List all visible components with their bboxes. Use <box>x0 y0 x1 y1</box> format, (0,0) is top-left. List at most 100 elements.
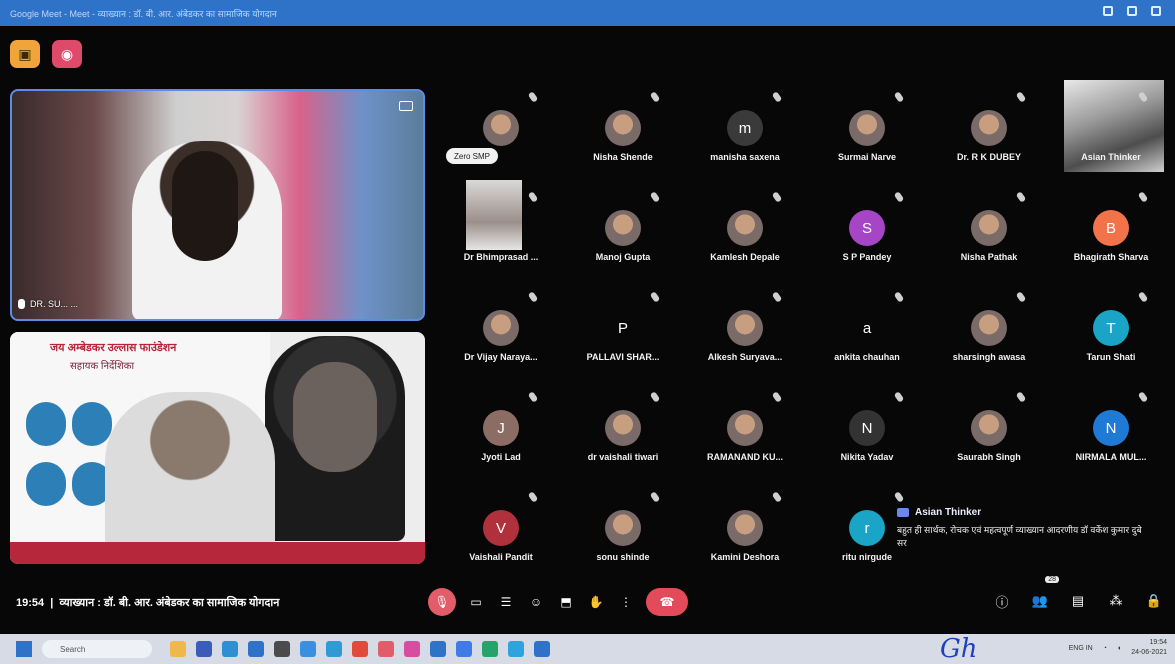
participant-tile[interactable]: S S P Pandey <box>806 180 928 280</box>
participant-tile[interactable]: T Tarun Shati <box>1050 280 1172 380</box>
participant-tile[interactable]: Kamini Deshora <box>684 480 806 580</box>
poster-speaker-photo <box>26 462 66 506</box>
participant-tile[interactable]: P PALLAVI SHAR... <box>562 280 684 380</box>
participant-tile[interactable]: Nisha Shende <box>562 80 684 180</box>
avatar <box>727 310 763 346</box>
meeting-controls-bar: 19:54 | व्याख्यान : डॉ. बी. आर. अंबेडकर … <box>0 576 1175 624</box>
participant-chip[interactable]: Zero SMP <box>446 148 499 164</box>
activities-icon[interactable]: ⁂ <box>1105 590 1127 612</box>
end-call-icon[interactable]: ☎ <box>646 588 688 616</box>
language-indicator[interactable]: ENG IN <box>1069 645 1093 652</box>
app-icon[interactable] <box>248 641 264 657</box>
mic-off-icon <box>649 391 661 403</box>
participant-tile[interactable]: Zero SMP <box>440 80 562 180</box>
participant-tile[interactable]: a ankita chauhan <box>806 280 928 380</box>
participant-tile[interactable]: N Nikita Yadav <box>806 380 928 480</box>
maximize-icon[interactable] <box>1127 6 1137 16</box>
participant-tile[interactable]: RAMANAND KU... <box>684 380 806 480</box>
taskbar-clock[interactable]: 19:54 24-06-2021 <box>1131 638 1167 658</box>
participant-tile[interactable]: Dr Bhimprasad ... <box>440 180 562 280</box>
mic-off-icon <box>527 391 539 403</box>
avatar: N <box>1093 410 1129 446</box>
minimize-icon[interactable] <box>1103 6 1113 16</box>
participant-tile[interactable]: Dr. R K DUBEY <box>928 80 1050 180</box>
participant-tile[interactable]: Dr Vijay Narayа... <box>440 280 562 380</box>
presentation-tile[interactable]: जय अम्बेडकर उल्लास फाउंडेशन सहायक निर्दे… <box>10 332 425 564</box>
participant-name: Vaishali Pandit <box>469 552 533 562</box>
edge-icon[interactable] <box>326 641 342 657</box>
close-icon[interactable] <box>1151 6 1161 16</box>
app-icon[interactable] <box>196 641 212 657</box>
mic-off-icon[interactable]: 🎙 <box>428 588 456 616</box>
chat-message: बहुत ही सार्थक, रोचक एवं महत्वपूर्ण व्या… <box>897 525 1142 548</box>
participant-video <box>466 180 522 250</box>
present-icon[interactable]: ⬒ <box>556 588 576 616</box>
app-icon[interactable] <box>508 641 524 657</box>
participant-tile[interactable]: J Jyoti Lad <box>440 380 562 480</box>
poster-subtitle: सहायक निर्देशिका <box>70 361 135 372</box>
app-icon[interactable] <box>300 641 316 657</box>
mic-off-icon <box>1137 391 1149 403</box>
info-icon[interactable]: ⓘ <box>991 590 1013 612</box>
participant-tile[interactable]: Nisha Pathak <box>928 180 1050 280</box>
participant-name: Kamini Deshora <box>710 552 780 562</box>
participant-tile[interactable]: Kamlesh Depale <box>684 180 806 280</box>
participant-tile[interactable]: dr vaishali tiwari <box>562 380 684 480</box>
chat-icon[interactable]: ▤ <box>1067 590 1089 612</box>
app-icon[interactable] <box>222 641 238 657</box>
camera-icon[interactable]: ▭ <box>466 588 486 616</box>
mic-icon <box>18 299 25 309</box>
speaker-video-tile[interactable]: DR. SU... ... <box>10 89 425 321</box>
participant-name: Nikita Yadav <box>840 452 894 462</box>
facebook-icon[interactable] <box>456 641 472 657</box>
participant-tile[interactable]: V Vaishali Pandit <box>440 480 562 580</box>
screen-share-icon[interactable]: ▣ <box>10 40 40 68</box>
participant-tile[interactable]: Alkesh Suryava... <box>684 280 806 380</box>
mic-off-icon <box>893 191 905 203</box>
participant-tile[interactable]: Saurabh Singh <box>928 380 1050 480</box>
folder-icon[interactable] <box>170 641 186 657</box>
app-icon[interactable] <box>482 641 498 657</box>
chat-popup[interactable]: Asian Thinker बहुत ही सार्थक, रोचक एवं म… <box>897 507 1157 567</box>
avatar: a <box>862 319 872 337</box>
participant-name: Saurabh Singh <box>957 452 1021 462</box>
participant-tile[interactable]: Asian Thinker <box>1050 80 1172 180</box>
participant-tile[interactable]: m manisha saxena <box>684 80 806 180</box>
captions-icon[interactable]: ☰ <box>496 588 516 616</box>
pin-icon[interactable] <box>399 101 413 111</box>
avatar: m <box>727 110 763 146</box>
mic-off-icon <box>893 391 905 403</box>
participant-tile[interactable]: sonu shinde <box>562 480 684 580</box>
people-count-badge: 28 <box>1045 576 1059 583</box>
record-icon[interactable]: ◉ <box>52 40 82 68</box>
app-icon[interactable] <box>430 641 446 657</box>
participant-tile[interactable]: B Bhagirath Sharva <box>1050 180 1172 280</box>
app-icon[interactable] <box>534 641 550 657</box>
participant-name: Alkesh Suryava... <box>707 352 783 362</box>
participant-tile[interactable]: sharsingh awasa <box>928 280 1050 380</box>
mic-off-icon <box>649 491 661 503</box>
emoji-icon[interactable]: ☺ <box>526 588 546 616</box>
app-icon[interactable] <box>378 641 394 657</box>
wifi-icon[interactable]: ◔ <box>1103 645 1107 652</box>
more-icon[interactable]: ⋮ <box>616 588 636 616</box>
participant-tile[interactable]: Manoj Gupta <box>562 180 684 280</box>
raise-hand-icon[interactable]: ✋ <box>586 588 606 616</box>
mic-off-icon <box>1137 291 1149 303</box>
people-icon[interactable]: 👥 <box>1029 590 1051 612</box>
mic-off-icon <box>649 291 661 303</box>
taskbar-search[interactable]: Search <box>42 640 152 658</box>
taskbar-apps <box>170 641 550 657</box>
participant-tile[interactable]: N NIRMALA MUL... <box>1050 380 1172 480</box>
poster-speaker-photo <box>72 402 112 446</box>
participant-name: Asian Thinker <box>1081 152 1141 162</box>
volume-icon[interactable]: ◖ <box>1117 645 1121 652</box>
instagram-icon[interactable] <box>404 641 420 657</box>
app-icon[interactable] <box>274 641 290 657</box>
chrome-icon[interactable] <box>352 641 368 657</box>
clock-time: 19:54 <box>1149 639 1167 646</box>
lock-icon[interactable]: 🔒 <box>1143 590 1165 612</box>
avatar: S <box>849 210 885 246</box>
windows-start-icon[interactable] <box>16 641 32 657</box>
participant-tile[interactable]: Surmai Narve <box>806 80 928 180</box>
